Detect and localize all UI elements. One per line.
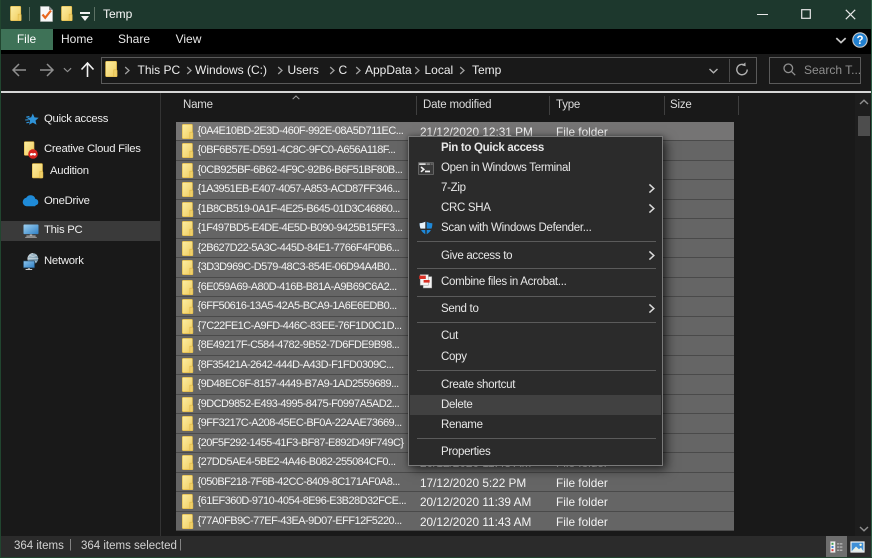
svg-text:?: ? [856, 35, 863, 47]
